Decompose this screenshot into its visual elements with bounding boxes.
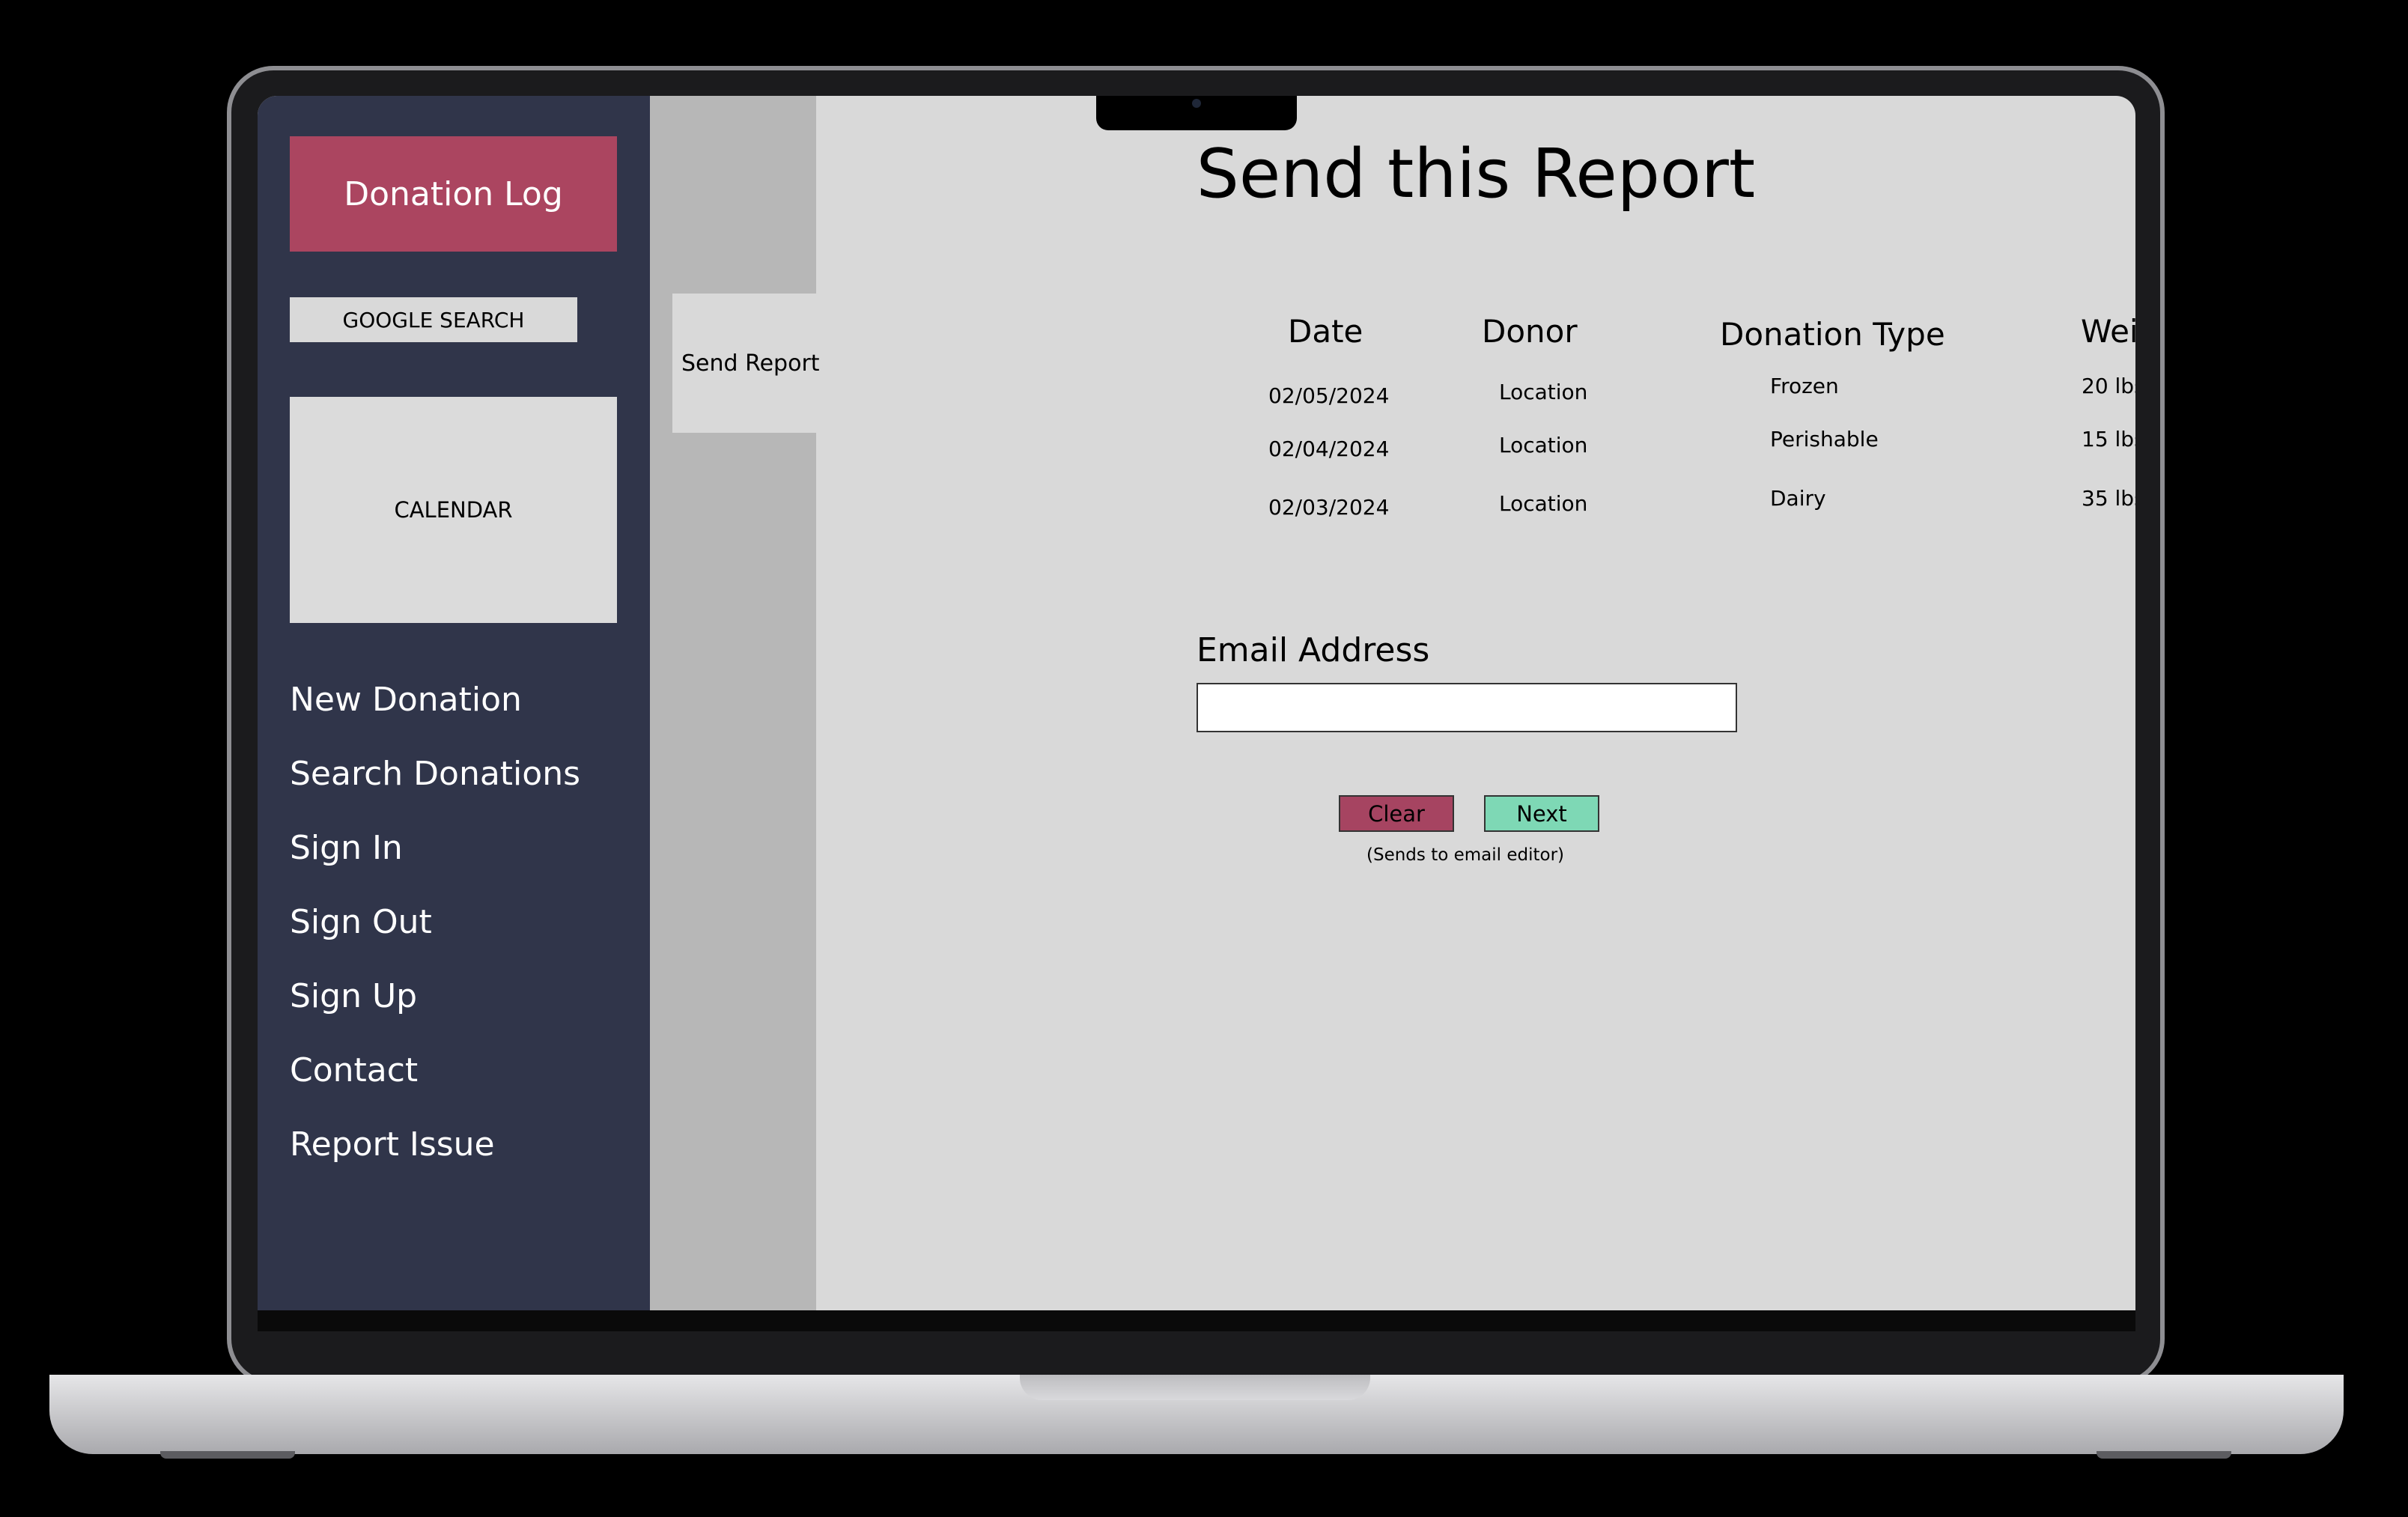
sidebar-item-new-donation[interactable]: New Donation <box>290 680 580 754</box>
next-button[interactable]: Next <box>1484 795 1599 832</box>
laptop-foot-left <box>160 1451 295 1459</box>
column-header-donation-type: Donation Type <box>1720 316 1945 353</box>
sidebar: Donation Log GOOGLE SEARCH CALENDAR New … <box>258 96 650 1310</box>
sidebar-item-report-issue[interactable]: Report Issue <box>290 1125 580 1199</box>
next-hint-text: (Sends to email editor) <box>1366 845 1564 865</box>
calendar-widget[interactable]: CALENDAR <box>290 397 617 623</box>
tab-send-report[interactable]: Send Report <box>672 294 820 433</box>
table-cell-donor: Location <box>1499 433 1588 457</box>
table-cell-donor: Location <box>1499 380 1588 404</box>
screen-bezel-bottom <box>258 1310 2135 1331</box>
sidebar-nav: New Donation Search Donations Sign In Si… <box>290 680 580 1199</box>
table-cell-date: 02/04/2024 <box>1268 437 1390 461</box>
column-header-weight: Weight <box>2081 313 2135 350</box>
laptop-foot-right <box>2097 1451 2231 1459</box>
table-cell-weight: 35 lbs <box>2082 486 2135 511</box>
table-cell-weight: 15 lbs <box>2082 427 2135 452</box>
table-cell-donor: Location <box>1499 491 1588 516</box>
table-cell-type: Dairy <box>1770 486 1826 511</box>
google-search-button[interactable]: GOOGLE SEARCH <box>290 297 577 342</box>
app-logo[interactable]: Donation Log <box>290 136 617 252</box>
subnav-column: Send Report <box>650 96 820 1310</box>
screen: Donation Log GOOGLE SEARCH CALENDAR New … <box>258 96 2135 1310</box>
sidebar-item-contact[interactable]: Contact <box>290 1051 580 1125</box>
table-cell-date: 02/05/2024 <box>1268 383 1390 408</box>
sidebar-item-search-donations[interactable]: Search Donations <box>290 754 580 828</box>
column-header-date: Date <box>1288 313 1363 350</box>
email-address-input[interactable] <box>1197 683 1737 732</box>
clear-button[interactable]: Clear <box>1339 795 1454 832</box>
page-title: Send this Report <box>1196 135 1756 213</box>
table-cell-weight: 20 lbs <box>2082 374 2135 398</box>
main-content: Send this Report Date Donor Donation Typ… <box>816 96 2135 1310</box>
camera-notch <box>1096 96 1297 130</box>
camera-icon <box>1192 99 1201 108</box>
laptop-base-notch <box>1020 1375 1370 1400</box>
sidebar-item-sign-up[interactable]: Sign Up <box>290 976 580 1051</box>
column-header-donor: Donor <box>1482 313 1578 350</box>
sidebar-item-sign-in[interactable]: Sign In <box>290 828 580 902</box>
email-address-label: Email Address <box>1197 631 1430 669</box>
table-cell-type: Frozen <box>1770 374 1839 398</box>
table-cell-type: Perishable <box>1770 427 1879 452</box>
table-cell-date: 02/03/2024 <box>1268 495 1390 520</box>
sidebar-item-sign-out[interactable]: Sign Out <box>290 902 580 976</box>
